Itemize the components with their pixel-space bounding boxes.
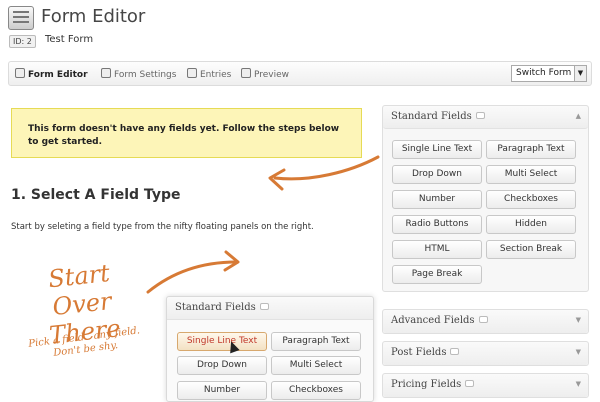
- pricing-fields-panel[interactable]: Pricing Fields ▼: [382, 373, 589, 398]
- field-button-radio-buttons[interactable]: Radio Buttons: [392, 215, 482, 234]
- toolbar-entries[interactable]: Entries: [187, 68, 231, 80]
- post-fields-header[interactable]: Post Fields ▼: [383, 342, 588, 365]
- toolbar-label: Form Editor: [28, 70, 88, 80]
- arrow-to-demo: [146, 260, 238, 294]
- preview-icon: [241, 68, 251, 78]
- tooltip-icon[interactable]: [478, 316, 488, 323]
- arrow-to-demo-head: [223, 250, 240, 272]
- field-button-single-line-text[interactable]: Single Line Text: [392, 140, 482, 159]
- switch-form-label: Switch Form: [516, 68, 572, 78]
- field-button-hidden[interactable]: Hidden: [486, 215, 576, 234]
- field-button-html[interactable]: HTML: [392, 240, 482, 259]
- toolbar-label: Form Settings: [114, 70, 177, 80]
- demo-button-number[interactable]: Number: [177, 381, 267, 400]
- step-title: 1. Select A Field Type: [11, 187, 181, 203]
- switch-form-select[interactable]: Switch Form ▼: [511, 65, 587, 82]
- arrow-to-panel-head: [268, 168, 286, 191]
- field-button-drop-down[interactable]: Drop Down: [392, 165, 482, 184]
- form-icon: [8, 6, 34, 30]
- demo-button-multi-select[interactable]: Multi Select: [271, 356, 361, 375]
- entries-icon: [187, 68, 197, 78]
- chevron-down-icon: ▼: [574, 66, 586, 81]
- demo-button-single-line-text[interactable]: Single Line Text: [177, 332, 267, 351]
- panel-title: Post Fields: [391, 347, 447, 358]
- field-button-multi-select[interactable]: Multi Select: [486, 165, 576, 184]
- field-button-page-break[interactable]: Page Break: [392, 265, 482, 284]
- page-title: Form Editor: [41, 6, 146, 27]
- standard-fields-header[interactable]: Standard Fields ▲: [383, 106, 588, 129]
- expand-caret-icon[interactable]: ▼: [576, 380, 581, 388]
- post-fields-panel[interactable]: Post Fields ▼: [382, 341, 589, 366]
- pricing-fields-header[interactable]: Pricing Fields ▼: [383, 374, 588, 397]
- demo-standard-fields-panel: Standard Fields Single Line Text Paragra…: [166, 296, 374, 402]
- tooltip-icon: [259, 303, 269, 310]
- panel-title: Advanced Fields: [391, 315, 475, 326]
- toolbar-form-settings[interactable]: Form Settings: [101, 68, 176, 80]
- arrow-to-panel: [273, 155, 380, 181]
- tooltip-icon[interactable]: [475, 112, 485, 119]
- standard-fields-panel: Standard Fields ▲ Single Line Text Paragr…: [382, 105, 589, 292]
- advanced-fields-header[interactable]: Advanced Fields ▼: [383, 310, 588, 333]
- field-button-paragraph-text[interactable]: Paragraph Text: [486, 140, 576, 159]
- demo-panel-header: Standard Fields: [167, 297, 373, 320]
- edit-icon: [15, 68, 25, 78]
- toolbar-form-editor[interactable]: Form Editor: [15, 68, 88, 80]
- tooltip-icon[interactable]: [465, 380, 475, 387]
- demo-button-checkboxes[interactable]: Checkboxes: [271, 381, 361, 400]
- tooltip-icon[interactable]: [450, 348, 460, 355]
- field-button-number[interactable]: Number: [392, 190, 482, 209]
- expand-caret-icon[interactable]: ▼: [576, 316, 581, 324]
- panel-title: Pricing Fields: [391, 379, 462, 390]
- panel-title: Standard Fields: [391, 111, 472, 122]
- step-description: Start by seleting a field type from the …: [11, 222, 314, 232]
- toolbar-label: Preview: [254, 70, 290, 80]
- form-toolbar: Form Editor Form Settings Entries Previe…: [8, 61, 592, 86]
- field-button-section-break[interactable]: Section Break: [486, 240, 576, 259]
- advanced-fields-panel[interactable]: Advanced Fields ▼: [382, 309, 589, 334]
- field-button-checkboxes[interactable]: Checkboxes: [486, 190, 576, 209]
- collapse-caret-icon[interactable]: ▲: [576, 112, 581, 120]
- settings-icon: [101, 68, 111, 78]
- expand-caret-icon[interactable]: ▼: [576, 348, 581, 356]
- form-id-badge: ID: 2: [9, 35, 36, 48]
- demo-button-paragraph-text[interactable]: Paragraph Text: [271, 332, 361, 351]
- form-name: Test Form: [45, 34, 94, 45]
- panel-title: Standard Fields: [175, 302, 256, 313]
- toolbar-preview[interactable]: Preview: [241, 68, 289, 80]
- demo-button-drop-down[interactable]: Drop Down: [177, 356, 267, 375]
- toolbar-label: Entries: [200, 70, 232, 80]
- empty-form-notice: This form doesn't have any fields yet. F…: [11, 108, 362, 158]
